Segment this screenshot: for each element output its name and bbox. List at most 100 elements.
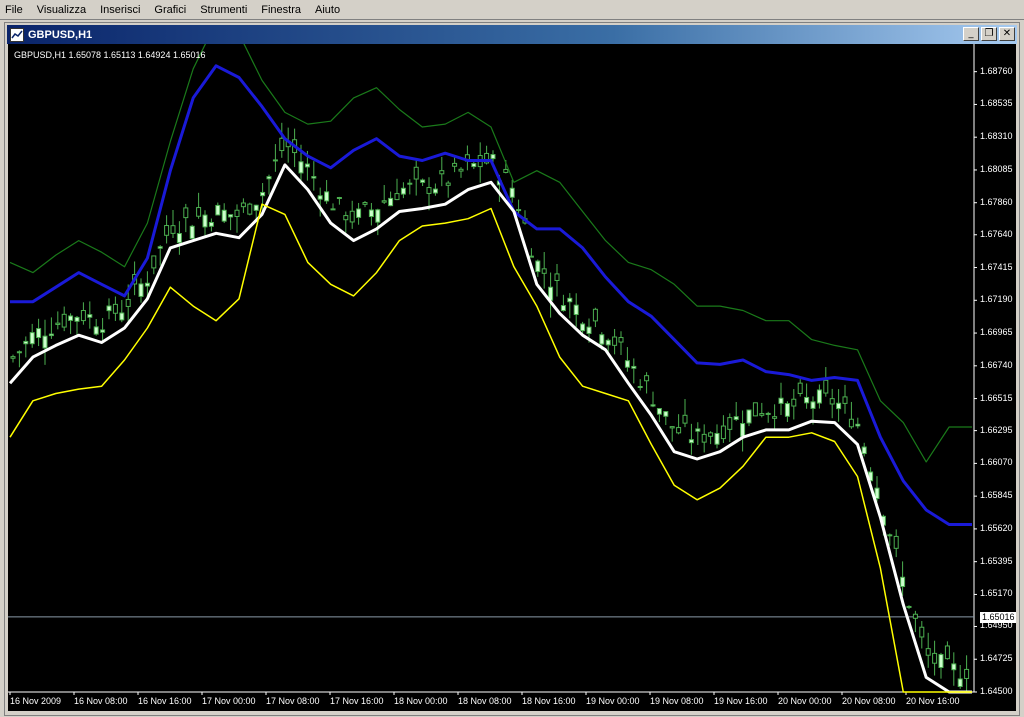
candle-body (61, 313, 67, 328)
candle-body (112, 303, 118, 314)
time-label: 20 Nov 16:00 (906, 696, 960, 706)
candle-body (580, 323, 586, 332)
candle-body (317, 195, 323, 200)
candle-body (951, 663, 957, 671)
candle-body (624, 360, 630, 368)
menu-file[interactable]: File (0, 0, 30, 20)
candle-body (509, 187, 515, 198)
candle-body (932, 652, 938, 664)
candle-body (912, 613, 918, 619)
candle-body (36, 328, 42, 339)
current-price-tag: 1.65016 (980, 611, 1016, 623)
candle-body (682, 414, 688, 424)
candle-body (343, 215, 349, 221)
yellow-band-line (9, 203, 972, 693)
candle-body (938, 654, 944, 669)
candle-body (381, 200, 387, 203)
candle-body (356, 208, 362, 218)
candle-body (138, 283, 144, 297)
candle-body (669, 426, 675, 429)
candle-body (567, 297, 573, 303)
candle-body (720, 425, 726, 440)
candle-body (900, 576, 906, 588)
candle-body (176, 233, 182, 244)
outer-band-line (9, 44, 972, 463)
candle-body (599, 334, 605, 345)
candle-body (964, 668, 970, 679)
price-label: 1.66070 (980, 457, 1013, 468)
candle-body (272, 159, 278, 162)
candle-body (349, 210, 355, 223)
menu-aiuto[interactable]: Aiuto (308, 0, 347, 20)
candle-body (612, 336, 618, 346)
candle-body (541, 268, 547, 274)
candle-body (29, 332, 35, 345)
candle-body (708, 432, 714, 437)
candle-body (836, 402, 842, 410)
candle-body (240, 202, 246, 208)
price-chart[interactable]: GBPUSD,H1 1.65078 1.65113 1.64924 1.6501… (8, 44, 1016, 711)
price-label: 1.67190 (980, 294, 1013, 305)
candle-body (394, 193, 400, 201)
candle-body (362, 202, 368, 205)
candle-body (752, 402, 758, 417)
chart-canvas[interactable] (8, 44, 1016, 711)
menu-inserisci[interactable]: Inserisci (93, 0, 147, 20)
time-label: 17 Nov 16:00 (330, 696, 384, 706)
candle-body (55, 322, 61, 325)
price-label: 1.64500 (980, 686, 1013, 696)
candle-body (311, 176, 317, 179)
candle-body (432, 188, 438, 194)
price-label: 1.67415 (980, 261, 1013, 272)
candle-body (151, 255, 157, 269)
menu-grafici[interactable]: Grafici (147, 0, 193, 20)
candle-body (605, 339, 611, 346)
time-label: 20 Nov 00:00 (778, 696, 832, 706)
candle-body (650, 404, 656, 407)
white-ma-line (8, 163, 972, 694)
chart-header: GBPUSD,H1 1.65078 1.65113 1.64924 1.6501… (14, 50, 206, 60)
candle-body (400, 187, 406, 195)
candle-body (765, 412, 771, 415)
time-label: 19 Nov 00:00 (586, 696, 640, 706)
candle-body (740, 423, 746, 437)
menu-strumenti[interactable]: Strumenti (193, 0, 254, 20)
price-label: 1.65845 (980, 490, 1013, 501)
candle-body (516, 209, 522, 212)
candle-body (701, 433, 707, 443)
window-titlebar[interactable]: GBPUSD,H1 _ ❐ ✕ (7, 25, 1017, 44)
candle-body (676, 427, 682, 434)
candle-body (804, 396, 810, 404)
candle-body (420, 179, 426, 183)
candle-body (490, 154, 496, 160)
candle-body (189, 225, 195, 239)
candle-body (874, 487, 880, 500)
candle-body (925, 648, 931, 656)
price-label: 1.66295 (980, 424, 1013, 435)
candle-body (279, 137, 285, 152)
candle-body (10, 356, 16, 359)
time-label: 20 Nov 08:00 (842, 696, 896, 706)
candle-body (87, 314, 93, 318)
candle-body (42, 335, 48, 349)
menu-visualizza[interactable]: Visualizza (30, 0, 93, 20)
candle-body (375, 209, 381, 223)
candle-body (23, 340, 29, 345)
minimize-button[interactable]: _ (963, 27, 979, 41)
candle-body (656, 408, 662, 415)
candle-body (183, 207, 189, 219)
close-button[interactable]: ✕ (999, 27, 1015, 41)
restore-button[interactable]: ❐ (981, 27, 997, 41)
time-label: 18 Nov 00:00 (394, 696, 448, 706)
price-label: 1.66965 (980, 327, 1013, 338)
candle-body (439, 170, 445, 175)
candle-body (426, 187, 432, 194)
chart-window-icon (10, 27, 24, 42)
candle-body (784, 403, 790, 417)
candle-body (887, 534, 893, 537)
candle-body (368, 209, 374, 218)
menu-finestra[interactable]: Finestra (254, 0, 308, 20)
candle-body (848, 418, 854, 428)
candle-body (573, 304, 579, 316)
candle-body (208, 221, 214, 227)
